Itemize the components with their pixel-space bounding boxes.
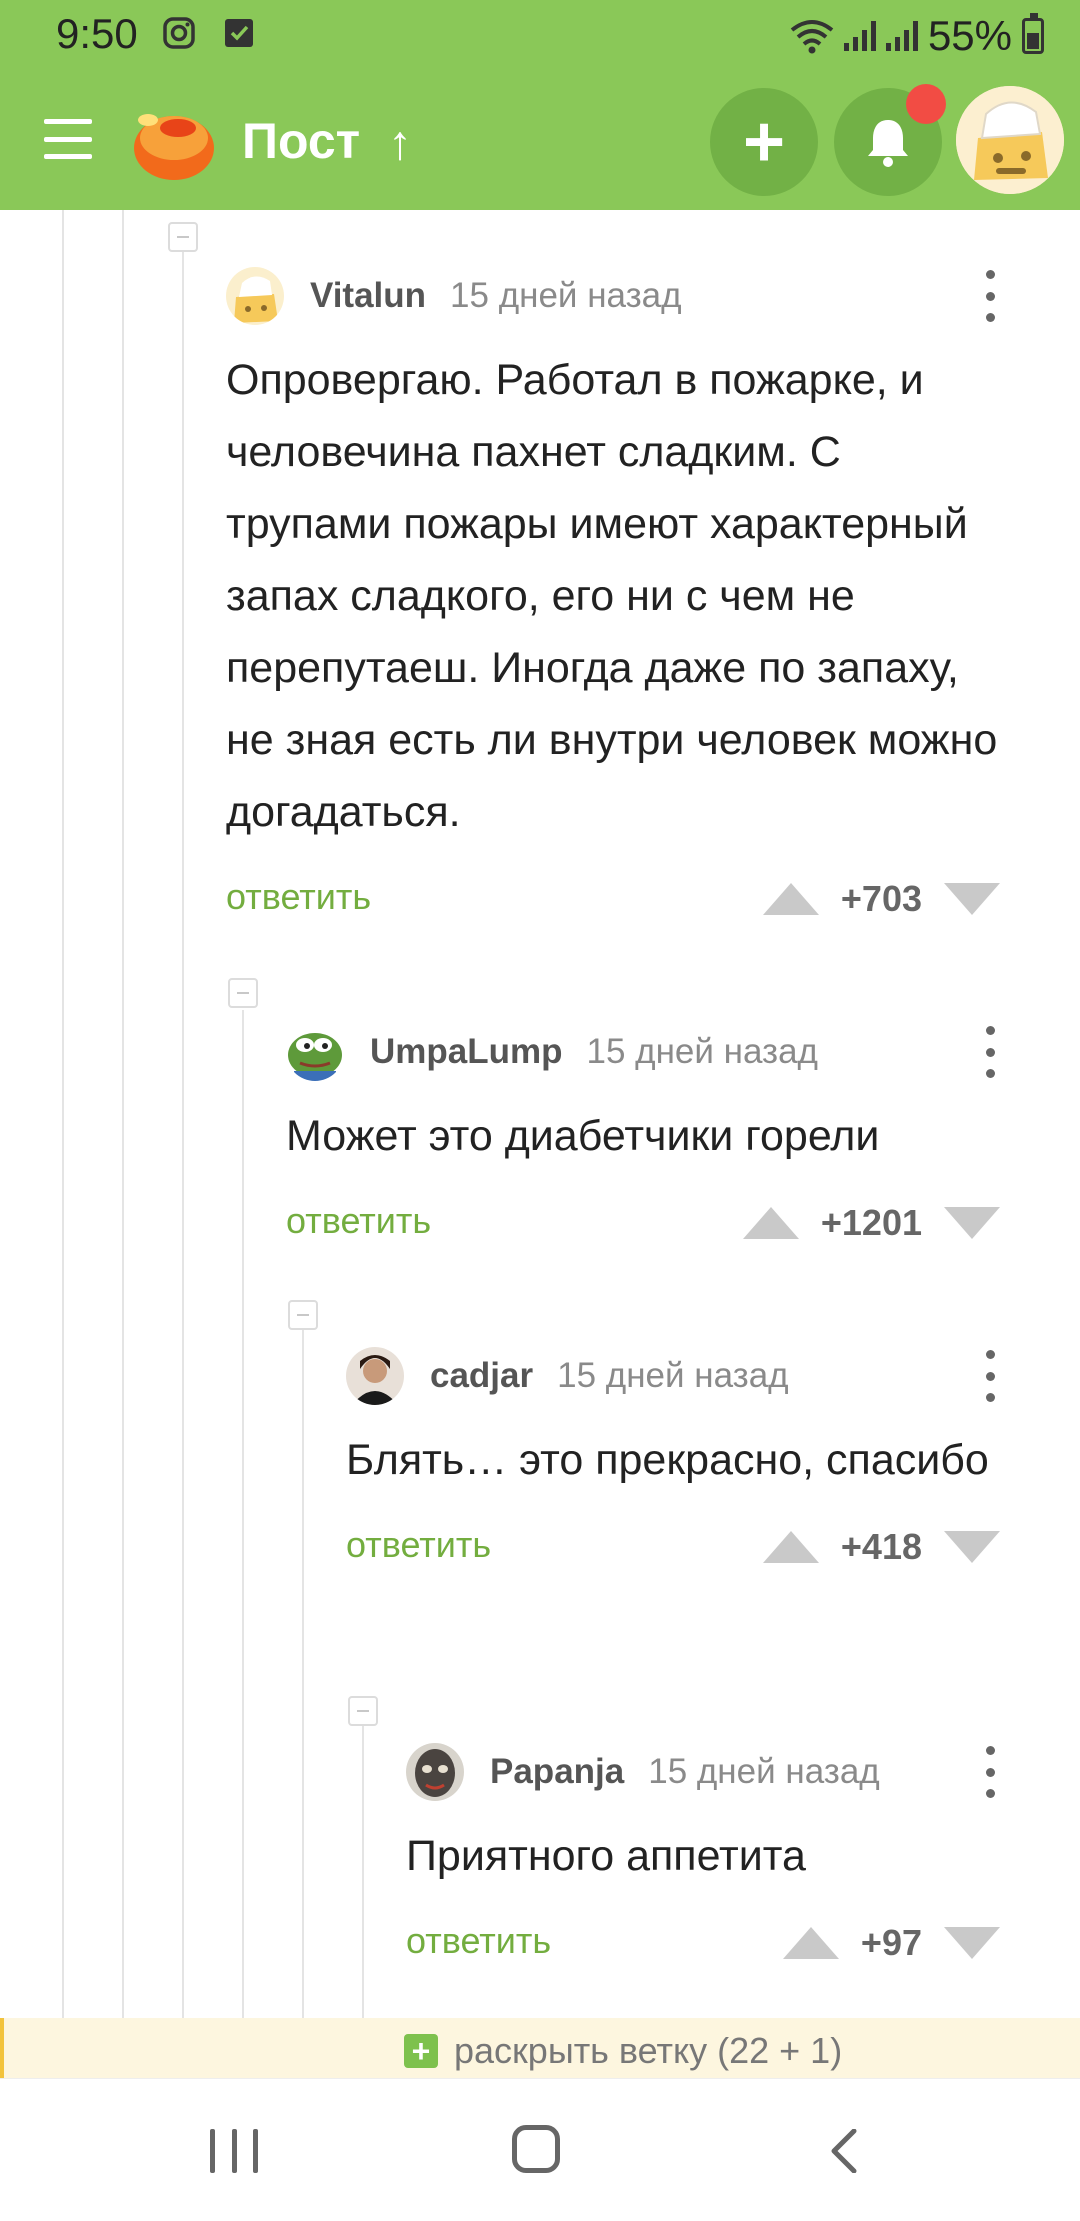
comment: cadjar 15 дней назад Блять… это прекрасн…: [346, 1346, 1000, 1576]
highlight-edge: [0, 2018, 4, 2078]
comment: Vitalun 15 дней назад Опровергаю. Работа…: [226, 266, 1000, 928]
back-icon[interactable]: [824, 2129, 864, 2173]
comment-score: +418: [840, 1526, 922, 1567]
comment-actions: ответить +1201: [286, 1192, 1000, 1252]
vote-controls: +1201: [742, 1198, 1000, 1248]
avatar[interactable]: [286, 1023, 344, 1081]
thread-line: [242, 1010, 244, 2078]
battery-percent: 55%: [927, 12, 1012, 59]
thread-line: [302, 1330, 304, 2078]
scroll-top-arrow-icon[interactable]: ↑: [388, 116, 412, 171]
wifi-icon: [790, 20, 834, 54]
avatar[interactable]: [226, 267, 284, 325]
menu-icon: [44, 119, 92, 124]
comment-score: +1201: [820, 1202, 922, 1243]
comment-text: Может это диабетчики горели: [286, 1112, 880, 1160]
comment-actions: ответить +703: [226, 868, 1000, 928]
thread-line: [122, 210, 124, 2078]
comment-header: cadjar 15 дней назад: [346, 1346, 1000, 1406]
avatar[interactable]: [406, 1743, 464, 1801]
comment-text: Приятного аппетита: [406, 1832, 806, 1880]
comment-author[interactable]: UmpaLump: [370, 1032, 563, 1072]
avatar[interactable]: [956, 86, 1064, 194]
battery-icon: [1022, 13, 1044, 54]
thread-line: [62, 210, 64, 2078]
more-options-icon[interactable]: [980, 270, 1000, 322]
comment-time: 15 дней назад: [557, 1356, 789, 1395]
logo-icon[interactable]: [128, 98, 216, 182]
collapse-thread-button[interactable]: [348, 1696, 378, 1726]
signal-icon: [885, 21, 918, 51]
more-options-icon[interactable]: [980, 1026, 1000, 1078]
comment-time: 15 дней назад: [648, 1752, 880, 1791]
comment-author[interactable]: cadjar: [430, 1356, 533, 1396]
header: 9:50 55% Пост ↑ +: [0, 0, 1080, 210]
more-options-icon[interactable]: [980, 1350, 1000, 1402]
signal-icon: [843, 21, 876, 51]
more-options-icon[interactable]: [980, 1746, 1000, 1798]
upvote-icon[interactable]: [762, 1531, 819, 1563]
reply-button[interactable]: ответить: [346, 1524, 491, 1566]
downvote-icon[interactable]: [944, 883, 1000, 915]
reply-button[interactable]: ответить: [286, 1200, 431, 1242]
thread-line: [182, 240, 184, 2078]
upvote-icon[interactable]: [762, 883, 819, 915]
downvote-icon[interactable]: [944, 1927, 1000, 1959]
collapse-thread-button[interactable]: [228, 978, 258, 1008]
plus-icon: +: [742, 102, 786, 182]
reply-button[interactable]: ответить: [226, 876, 371, 918]
vote-controls: +703: [762, 874, 1000, 924]
page-title: Пост: [242, 113, 361, 169]
app-bar: Пост ↑ +: [0, 72, 1080, 210]
notification-badge: [906, 84, 946, 124]
comment-time: 15 дней назад: [586, 1032, 818, 1071]
comment: UmpaLump 15 дней назад Может это диабетч…: [286, 1022, 1000, 1252]
comment-actions: ответить +97: [406, 1912, 1000, 1972]
vote-controls: +418: [762, 1522, 1000, 1572]
status-bar: 9:50 55%: [0, 0, 1080, 72]
status-time: 9:50: [56, 10, 138, 57]
comment: Papanja 15 дней назад Приятного аппетита…: [406, 1742, 1000, 1972]
comment-score: +97: [860, 1922, 922, 1963]
upvote-icon[interactable]: [742, 1207, 799, 1239]
downvote-icon[interactable]: [944, 1531, 1000, 1563]
bell-icon: [868, 120, 908, 167]
comment-actions: ответить +418: [346, 1516, 1000, 1576]
expand-branch-label: раскрыть ветку (22 + 1): [454, 2030, 843, 2071]
downvote-icon[interactable]: [944, 1207, 1000, 1239]
comment-header: Papanja 15 дней назад: [406, 1742, 1000, 1802]
comment-header: UmpaLump 15 дней назад: [286, 1022, 1000, 1082]
checkbox-icon: [225, 19, 253, 47]
status-right: 55%: [790, 10, 1044, 62]
recent-apps-icon[interactable]: [210, 2129, 258, 2173]
comment-author[interactable]: Vitalun: [310, 276, 426, 316]
collapse-thread-button[interactable]: [168, 222, 198, 252]
system-nav-bar: [0, 2078, 1080, 2221]
comment-author[interactable]: Papanja: [490, 1752, 624, 1792]
comment-text: Блять… это прекрасно, спасибо: [346, 1436, 989, 1484]
menu-button[interactable]: [44, 119, 92, 159]
instagram-icon: [163, 17, 195, 49]
avatar[interactable]: [346, 1347, 404, 1405]
expand-branch-button[interactable]: + раскрыть ветку (22 + 1): [404, 2030, 842, 2072]
comment-score: +703: [840, 878, 922, 919]
upvote-icon[interactable]: [782, 1927, 839, 1959]
add-post-button[interactable]: +: [710, 88, 818, 196]
comment-time: 15 дней назад: [450, 276, 682, 315]
reply-button[interactable]: ответить: [406, 1920, 551, 1962]
comment-header: Vitalun 15 дней назад: [226, 266, 1000, 326]
expand-plus-icon: +: [404, 2034, 438, 2068]
vote-controls: +97: [782, 1918, 1000, 1968]
collapse-thread-button[interactable]: [288, 1300, 318, 1330]
home-icon[interactable]: [512, 2125, 560, 2173]
comment-text: Опровергаю. Работал в пожарке, и человеч…: [226, 356, 998, 836]
